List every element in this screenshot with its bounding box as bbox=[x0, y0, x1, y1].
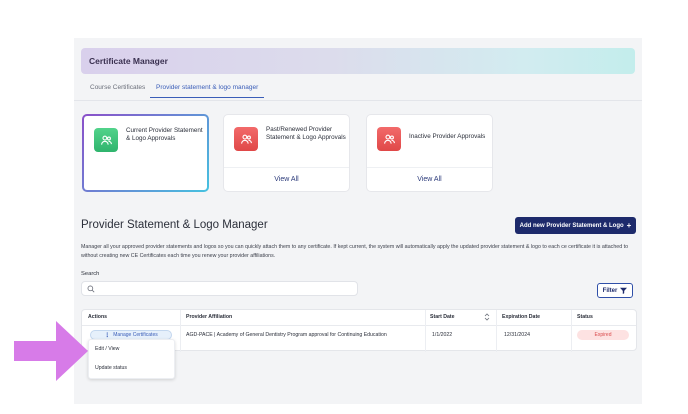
section-description: Manager all your approved provider state… bbox=[81, 244, 629, 259]
add-button-label: Add new Provider Statement & Logo bbox=[519, 222, 624, 229]
tabs-divider bbox=[74, 100, 642, 101]
menu-item-update-status[interactable]: Update status bbox=[95, 365, 127, 371]
tab-provider-statement-logo-manager[interactable]: Provider statement & logo manager bbox=[150, 84, 265, 98]
table-header: Actions Provider Affiliation Start Date … bbox=[82, 310, 636, 326]
column-header-expiration-date: Expiration Date bbox=[502, 314, 541, 320]
view-all-link[interactable]: View All bbox=[224, 167, 349, 191]
search-field[interactable] bbox=[81, 281, 358, 296]
column-header-status: Status bbox=[577, 314, 593, 320]
users-icon bbox=[94, 128, 118, 152]
expiration-date-cell: 12/31/2024 bbox=[504, 332, 530, 338]
menu-item-edit-view[interactable]: Edit / View bbox=[95, 346, 119, 352]
column-divider bbox=[571, 310, 572, 352]
search-input[interactable] bbox=[98, 283, 353, 294]
users-icon bbox=[377, 127, 401, 151]
header-bar: Certificate Manager bbox=[81, 48, 635, 74]
add-provider-statement-button[interactable]: Add new Provider Statement & Logo + bbox=[515, 217, 636, 234]
column-divider bbox=[496, 310, 497, 352]
card-current-approvals[interactable]: Current Provider Statement & Logo Approv… bbox=[82, 114, 209, 192]
action-dropdown-menu: Edit / View Update status bbox=[88, 339, 175, 379]
start-date-cell: 1/1/2022 bbox=[432, 332, 453, 338]
filter-label: Filter bbox=[602, 287, 618, 294]
tab-course-certificates[interactable]: Course Certificates bbox=[90, 84, 145, 97]
pointer-arrow-annotation bbox=[14, 321, 88, 381]
search-label: Search bbox=[81, 271, 100, 277]
filter-button[interactable]: Filter bbox=[597, 283, 633, 298]
card-label: Inactive Provider Approvals bbox=[409, 133, 486, 140]
certificate-manager-panel: Certificate Manager Course Certificates … bbox=[74, 38, 642, 404]
column-divider bbox=[425, 310, 426, 352]
section-title: Provider Statement & Logo Manager bbox=[81, 219, 268, 231]
manage-certificates-label: Manage Certificates bbox=[113, 332, 158, 338]
page-title: Certificate Manager bbox=[89, 56, 168, 66]
plus-icon: + bbox=[626, 220, 632, 230]
search-icon bbox=[87, 285, 95, 293]
column-divider bbox=[180, 310, 181, 352]
card-label: Current Provider Statement & Logo Approv… bbox=[126, 127, 203, 142]
column-header-start-date[interactable]: Start Date bbox=[430, 314, 455, 320]
card-inactive-approvals[interactable]: Inactive Provider Approvals View All bbox=[366, 114, 493, 192]
users-icon bbox=[234, 127, 258, 151]
tab-bar: Course Certificates Provider statement &… bbox=[74, 82, 642, 102]
view-all-link[interactable]: View All bbox=[367, 167, 492, 191]
more-vertical-icon: ⋮ bbox=[104, 332, 111, 339]
column-header-actions: Actions bbox=[88, 314, 108, 320]
filter-icon bbox=[620, 287, 628, 294]
card-past-renewed-approvals[interactable]: Past/Renewed Provider Statement & Logo A… bbox=[223, 114, 350, 192]
sort-icon[interactable] bbox=[484, 313, 490, 321]
provider-affiliation-cell: AGD-PACE | Academy of General Dentistry … bbox=[186, 332, 387, 338]
column-header-provider: Provider Affiliation bbox=[186, 314, 233, 320]
status-badge: Expired bbox=[577, 330, 629, 340]
card-label: Past/Renewed Provider Statement & Logo A… bbox=[266, 126, 346, 141]
